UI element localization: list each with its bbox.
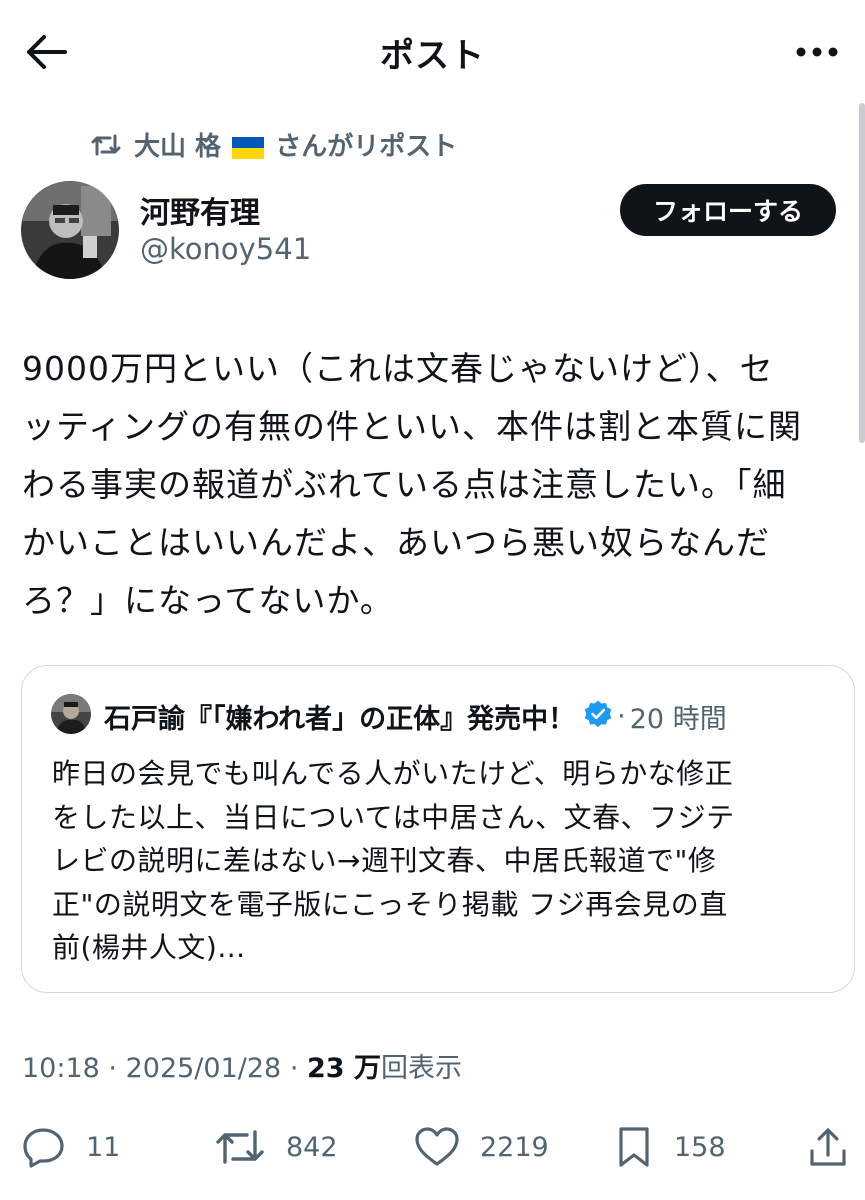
share-icon — [810, 1128, 846, 1166]
more-options-button[interactable] — [793, 30, 841, 74]
post-date[interactable]: 2025/01/28 — [126, 1053, 282, 1084]
bookmark-icon — [619, 1127, 649, 1167]
post-meta: 10:18 · 2025/01/28 · 23 万回表示 — [22, 1046, 462, 1085]
repost-user-name: 大山 格 — [134, 132, 222, 162]
quoted-author-avatar — [51, 694, 91, 734]
repost-context[interactable]: 大山 格 さんがリポスト — [90, 126, 457, 163]
post-time[interactable]: 10:18 — [22, 1053, 100, 1084]
ukraine-flag-icon — [232, 136, 265, 159]
reply-button[interactable]: 11 — [22, 1112, 120, 1182]
post-text: 9000万円といい（これは文春じゃないけど）、セ ッティングの有無の件といい、本… — [22, 349, 803, 620]
meta-separator: · — [108, 1053, 117, 1084]
repost-icon — [91, 134, 121, 155]
repost-icon — [216, 1130, 264, 1164]
repost-button[interactable]: 842 — [214, 1112, 338, 1182]
top-bar: ポスト — [0, 0, 865, 100]
author-avatar[interactable] — [21, 181, 119, 279]
quoted-post-card[interactable]: 石戸諭『「嫌われ者」の正体』発売中！ · 20 時間 昨日の会見でも叫んでる人が… — [21, 665, 855, 993]
like-button[interactable]: 2219 — [414, 1112, 549, 1182]
more-horizontal-icon — [796, 47, 838, 57]
bookmark-button[interactable]: 158 — [614, 1112, 726, 1182]
views-count: 23 万 — [307, 1053, 381, 1084]
share-button[interactable] — [808, 1112, 848, 1182]
like-count: 2219 — [480, 1131, 549, 1163]
action-bar: 11 842 2219 158 — [0, 1112, 865, 1182]
page-title: ポスト — [380, 36, 485, 76]
repost-label: さんがリポスト — [275, 132, 458, 162]
verified-badge-icon — [583, 699, 613, 736]
follow-button[interactable]: フォローする — [620, 184, 836, 236]
author-name[interactable]: 河野有理 — [140, 188, 260, 232]
repost-count: 842 — [286, 1131, 338, 1163]
heart-icon — [415, 1127, 459, 1166]
quoted-post-separator: · — [617, 700, 626, 732]
views-label: 回表示 — [380, 1053, 462, 1084]
reply-icon — [23, 1128, 64, 1168]
quoted-author-name: 石戸諭『「嫌われ者」の正体』発売中！ — [104, 703, 576, 735]
meta-separator: · — [289, 1053, 299, 1084]
quoted-post-text: 昨日の会見でも叫んでる人がいたけど、明らかな修正 をした以上、当日については中居… — [52, 757, 735, 964]
bookmark-count: 158 — [674, 1131, 726, 1163]
reply-count: 11 — [86, 1131, 121, 1163]
quoted-post-header: 石戸諭『「嫌われ者」の正体』発売中！ · 20 時間 — [104, 696, 727, 736]
quoted-post-time: 20 時間 — [629, 703, 727, 735]
scrollbar[interactable] — [859, 103, 865, 443]
author-handle[interactable]: @konoy541 — [140, 232, 311, 266]
